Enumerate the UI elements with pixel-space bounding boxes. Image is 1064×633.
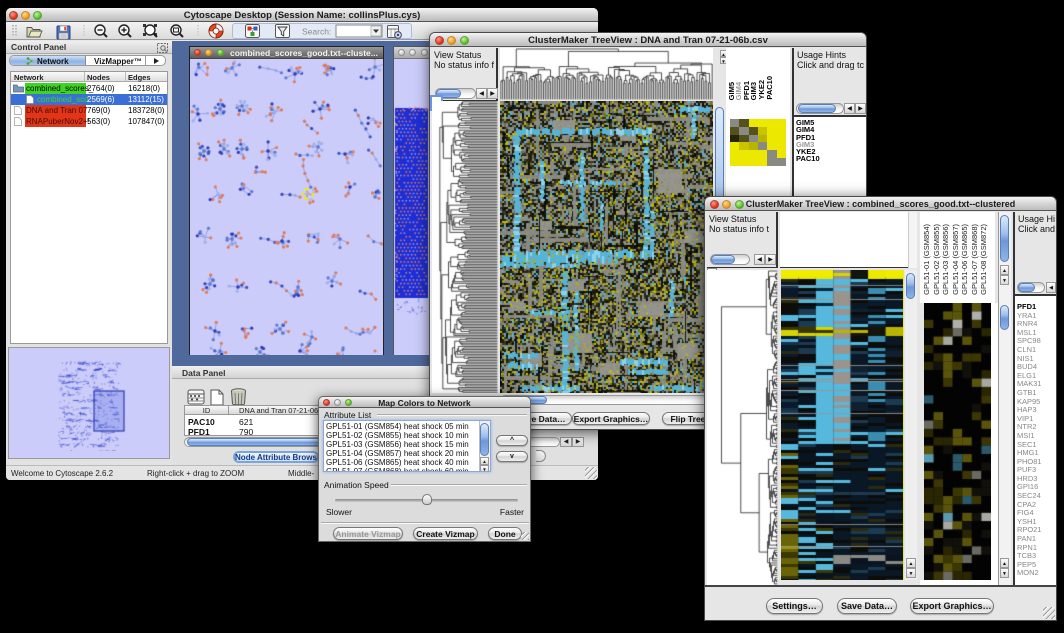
svg-text:Search:: Search: [302,27,331,37]
